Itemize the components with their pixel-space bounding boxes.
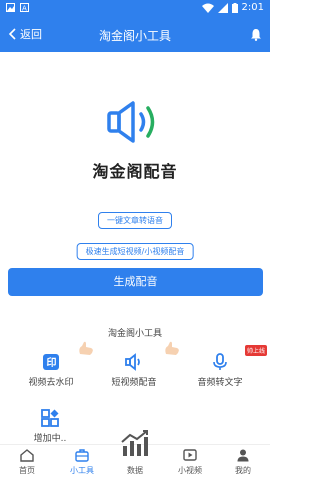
chart-icon[interactable] bbox=[118, 428, 152, 458]
tab-label: 小工具 bbox=[70, 466, 94, 475]
watermark-icon: 印 bbox=[43, 354, 59, 370]
grid-icon bbox=[41, 409, 59, 427]
a-icon: A bbox=[20, 3, 29, 12]
tab-video[interactable]: 小视频 bbox=[170, 448, 210, 476]
tab-label: 首页 bbox=[19, 466, 35, 475]
tab-label: 小视频 bbox=[178, 466, 202, 475]
tab-mine[interactable]: 我的 bbox=[223, 448, 263, 476]
app-bar: 返回 淘金阁小工具 bbox=[0, 18, 270, 52]
toolbox-icon bbox=[75, 449, 89, 462]
wifi-icon bbox=[201, 3, 214, 13]
person-icon bbox=[237, 449, 249, 462]
tool-label: 视频去水印 bbox=[28, 378, 74, 388]
status-time: 2:01 bbox=[241, 2, 264, 13]
home-icon bbox=[20, 449, 34, 462]
svg-text:印: 印 bbox=[47, 357, 57, 369]
feature-tag: 极速生成短视频/小视频配音 bbox=[76, 243, 194, 260]
app-name: 淘金阁配音 bbox=[92, 162, 178, 181]
tool-label: 短视频配音 bbox=[111, 378, 157, 388]
tool-video-watermark[interactable]: 印 视频去水印 bbox=[11, 352, 91, 388]
tool-label: 音频转文字 bbox=[197, 378, 243, 388]
video-icon bbox=[183, 449, 197, 461]
signal-icon bbox=[217, 2, 228, 13]
svg-text:A: A bbox=[22, 5, 27, 13]
tool-label: 增加中.. bbox=[33, 434, 67, 444]
generate-dubbing-button[interactable]: 生成配音 bbox=[8, 268, 263, 296]
feature-tag: 一键文章转语音 bbox=[98, 212, 172, 229]
tab-tools[interactable]: 小工具 bbox=[62, 448, 102, 476]
bell-icon bbox=[251, 29, 261, 41]
tab-home[interactable]: 首页 bbox=[7, 448, 47, 476]
page-title: 淘金阁小工具 bbox=[98, 29, 171, 43]
tool-video-dubbing[interactable]: 短视频配音 bbox=[94, 352, 174, 388]
microphone-icon bbox=[213, 353, 227, 370]
tool-audio-to-text[interactable]: 音频转文字 bbox=[180, 352, 260, 388]
new-badge: 帅上线 bbox=[245, 345, 268, 356]
tab-label: 数据 bbox=[127, 466, 143, 475]
tools-section-title: 淘金阁小工具 bbox=[107, 329, 162, 339]
speaker-logo-icon bbox=[107, 101, 155, 143]
battery-icon bbox=[231, 2, 238, 13]
image-icon bbox=[6, 3, 15, 12]
notification-button[interactable] bbox=[250, 26, 262, 45]
tool-more[interactable]: 增加中.. bbox=[20, 408, 80, 444]
tab-label: 我的 bbox=[235, 466, 251, 475]
speaker-icon bbox=[125, 353, 140, 371]
status-bar: A 2:01 bbox=[0, 0, 270, 18]
